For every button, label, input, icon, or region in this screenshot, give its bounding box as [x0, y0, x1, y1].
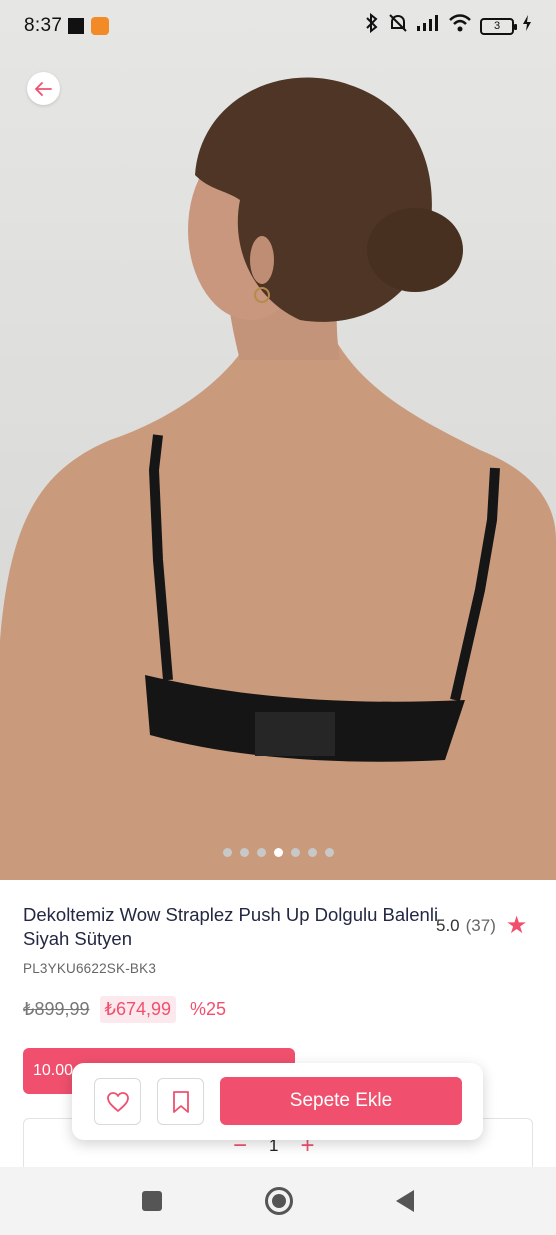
gallery-dot[interactable]	[256, 848, 266, 857]
favorite-button[interactable]	[94, 1078, 141, 1125]
product-rating[interactable]: 5.0 (37) ★	[436, 914, 527, 938]
discount-badge: %25	[190, 999, 227, 1019]
promo-text: 10.00	[33, 1062, 74, 1079]
current-price: ₺674,99	[99, 996, 177, 1023]
star-icon: ★	[505, 912, 528, 939]
gallery-dot-active[interactable]	[273, 848, 283, 857]
home-icon	[271, 1194, 286, 1208]
recents-button[interactable]	[141, 1191, 162, 1211]
wifi-icon	[448, 14, 472, 38]
heart-icon	[106, 1091, 129, 1112]
system-nav-bar	[0, 1167, 556, 1235]
gallery-dot[interactable]	[324, 848, 334, 857]
gallery-dot[interactable]	[239, 848, 249, 857]
arrow-left-icon	[34, 81, 52, 96]
bookmark-icon	[172, 1090, 189, 1113]
product-image[interactable]	[0, 0, 556, 880]
gallery-dot[interactable]	[222, 848, 232, 857]
status-time: 8:37	[24, 15, 63, 36]
gallery-dot[interactable]	[307, 848, 317, 857]
gallery-pagination	[0, 848, 556, 857]
signal-icon	[416, 14, 440, 38]
notification-icon	[68, 18, 85, 34]
product-detail-screen: 8:37 3 Dekoltemiz Wow Straplez Push Up D…	[0, 0, 556, 1235]
model-illustration	[0, 77, 556, 880]
review-count: (37)	[465, 916, 496, 935]
mute-icon	[388, 13, 408, 39]
product-title: Dekoltemiz Wow Straplez Push Up Dolgulu …	[23, 904, 439, 949]
bluetooth-icon	[364, 12, 380, 39]
status-bar: 8:37 3	[0, 0, 556, 52]
old-price: ₺899,99	[23, 999, 90, 1019]
price-row: ₺899,99 ₺674,99 %25	[23, 996, 226, 1023]
gallery-dot[interactable]	[290, 848, 300, 857]
system-back-button[interactable]	[396, 1190, 415, 1212]
back-button[interactable]	[27, 72, 60, 105]
product-sku: PL3YKU6622SK-BK3	[23, 961, 157, 976]
add-to-cart-button[interactable]: Sepete Ekle	[220, 1077, 462, 1125]
home-button[interactable]	[264, 1187, 293, 1215]
action-bar: Sepete Ekle	[72, 1063, 483, 1140]
charging-icon	[522, 14, 532, 38]
save-button[interactable]	[157, 1078, 204, 1125]
rating-value: 5.0	[436, 916, 460, 935]
battery-icon: 3	[480, 17, 517, 35]
app-notification-icon	[91, 17, 110, 35]
